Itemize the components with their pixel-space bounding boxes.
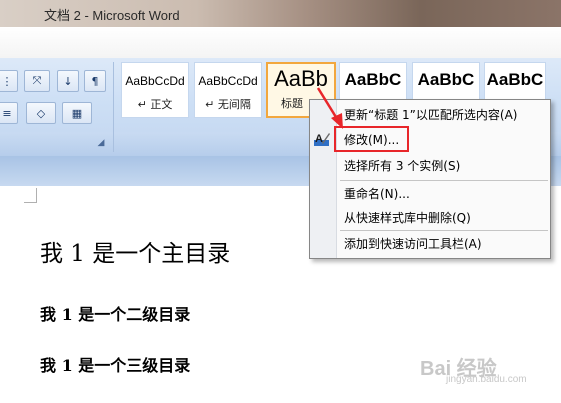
- group-divider: [113, 62, 114, 152]
- modify-style-icon: A: [314, 133, 330, 146]
- menu-item-update-heading[interactable]: 更新“标题 1”以匹配所选内容(A): [337, 103, 550, 127]
- window-title: 文档 2 - Microsoft Word: [44, 8, 180, 23]
- text-direction-icon[interactable]: ⤧: [24, 70, 50, 92]
- shading-icon[interactable]: ◇: [26, 102, 56, 124]
- style-tile-normal[interactable]: AaBbCcDd ↵ 正文: [121, 62, 189, 118]
- style-sample: AaBbC: [417, 70, 475, 89]
- title-bar: 文档 2 - Microsoft Word: [0, 0, 561, 27]
- style-sample: AaBbCcDd: [125, 74, 185, 88]
- annotation-highlight-box: [334, 126, 409, 152]
- border-icon[interactable]: ▦: [62, 102, 92, 124]
- svg-text:A: A: [315, 133, 323, 145]
- menu-item-add-to-quick-access[interactable]: 添加到快速访问工具栏(A): [337, 232, 550, 256]
- paragraph-dialog-launcher-icon[interactable]: ◢: [96, 138, 106, 148]
- align-icon[interactable]: ≡: [0, 102, 18, 124]
- menu-item-rename[interactable]: 重命名(N)...: [337, 182, 550, 206]
- menu-item-remove-from-gallery[interactable]: 从快速样式库中删除(Q): [337, 206, 550, 230]
- style-context-menu: 更新“标题 1”以匹配所选内容(A) 修改(M)... 选择所有 3 个实例(S…: [309, 99, 551, 259]
- menu-icon-column: [310, 100, 337, 258]
- style-name: ↵ 无间隔: [205, 98, 251, 111]
- style-tile-no-spacing[interactable]: AaBbCcDd ↵ 无间隔: [194, 62, 262, 118]
- page-margin-marker: [24, 188, 37, 203]
- style-name: ↵ 正文: [137, 98, 173, 111]
- menu-separator: [340, 230, 548, 231]
- multilevel-list-icon[interactable]: ⋮: [0, 70, 18, 92]
- style-sample: AaBb: [274, 66, 328, 91]
- style-sample: AaBbC: [486, 70, 544, 89]
- heading-1-text[interactable]: 我 1 是一个主目录: [40, 234, 230, 268]
- watermark-url: jingyan.baidu.com: [446, 374, 527, 385]
- style-sample: AaBbC: [344, 70, 402, 89]
- heading-2-text[interactable]: 我 1 是一个二级目录: [40, 301, 190, 325]
- style-sample: AaBbCcDd: [198, 74, 258, 88]
- menu-item-select-all-instances[interactable]: 选择所有 3 个实例(S): [337, 154, 550, 178]
- menu-separator: [340, 180, 548, 181]
- heading-3-text[interactable]: 我 1 是一个三级目录: [40, 352, 190, 376]
- ribbon-tabs-area: [0, 27, 561, 58]
- sort-icon[interactable]: ↓: [57, 70, 79, 92]
- show-marks-icon[interactable]: ¶: [84, 70, 106, 92]
